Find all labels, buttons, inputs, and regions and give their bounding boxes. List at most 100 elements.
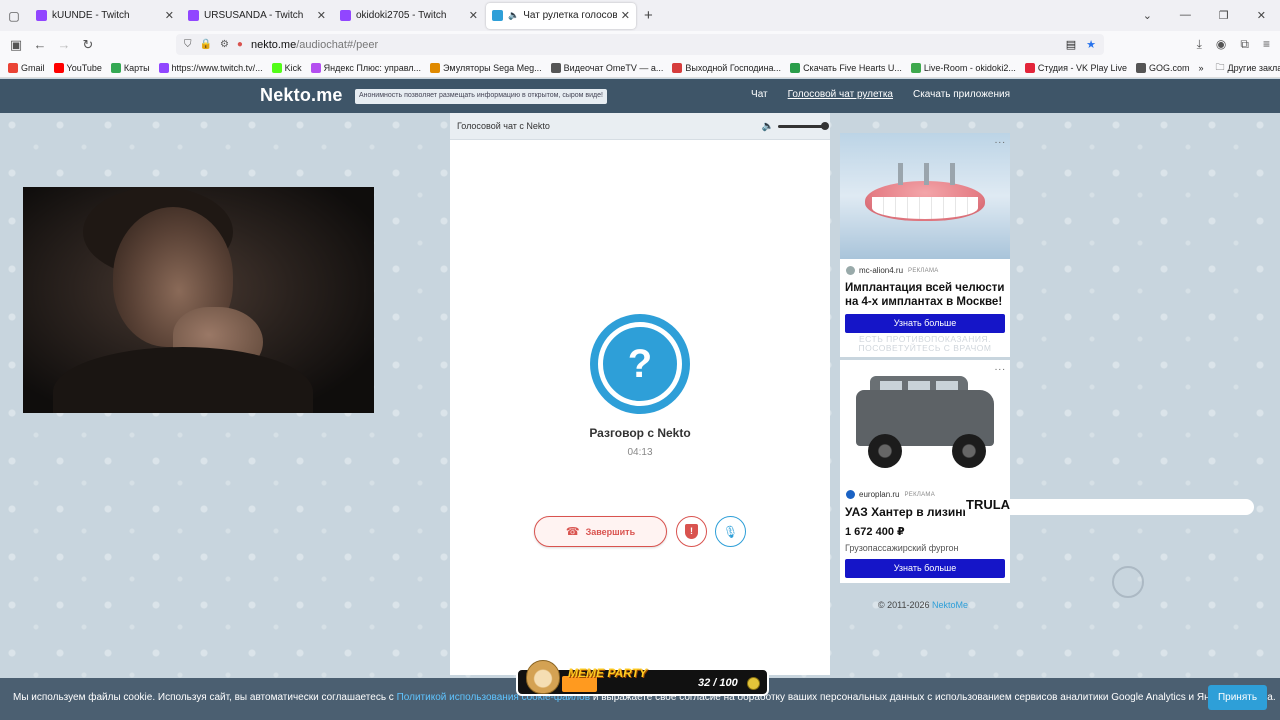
- bookmark-label: GOG.com: [1148, 62, 1190, 73]
- forward-icon[interactable]: →: [52, 37, 76, 52]
- sidebar-icon[interactable]: ▣: [4, 37, 28, 53]
- cookie-text-before: Мы используем файлы cookie. Используя са…: [13, 692, 397, 703]
- mic-icon[interactable]: ●: [237, 39, 243, 50]
- permissions-icon[interactable]: ⚙: [220, 39, 229, 50]
- bookmark-ometv[interactable]: Видеочат OmeTV — а...: [550, 62, 663, 73]
- kick-icon: [271, 62, 282, 73]
- shield-icon[interactable]: ⛉: [184, 39, 192, 50]
- close-icon[interactable]: ✕: [317, 9, 326, 22]
- twitch-icon: [36, 10, 47, 21]
- tab-1[interactable]: kUUNDE - Twitch ✕: [30, 3, 180, 29]
- bookmark-kick[interactable]: Kick: [271, 62, 302, 73]
- ad-source: mc-alion4.ru РЕКЛАМА: [846, 266, 939, 275]
- volume-control[interactable]: 🔈: [762, 121, 829, 132]
- bookmark-twitch[interactable]: https://www.twitch.tv/...: [158, 62, 263, 73]
- chat-header: Голосовой чат с Nekto 🔈: [450, 113, 830, 140]
- tab-list-icon[interactable]: ▢: [0, 0, 28, 31]
- close-icon[interactable]: ✕: [621, 9, 630, 22]
- nav-voice-chat[interactable]: Голосовой чат рулетка: [788, 89, 893, 100]
- webcam-figure-body: [53, 347, 313, 413]
- car-wheel-shape: [868, 434, 902, 468]
- bookmark-sega[interactable]: Эмуляторы Sega Meg...: [430, 62, 542, 73]
- partner-name: Разговор с Nekto: [589, 426, 691, 440]
- bookmark-label: Gmail: [21, 62, 45, 73]
- hang-up-icon: ☎: [565, 526, 580, 538]
- other-bookmarks[interactable]: 🗀Другие закладки: [1216, 60, 1280, 76]
- back-icon[interactable]: ←: [28, 37, 52, 52]
- implant-shape: [898, 163, 903, 185]
- bookmark-gog[interactable]: GOG.com: [1135, 62, 1190, 73]
- end-call-button[interactable]: ☎ Завершить: [534, 516, 667, 547]
- bookmark-vk-play[interactable]: Студия - VK Play Live: [1024, 62, 1127, 73]
- chat-title: Голосовой чат с Nekto: [457, 121, 550, 131]
- ad-uaz[interactable]: ... europlan.ru РЕКЛАМА УАЗ Хантер в лизи…: [840, 360, 1010, 583]
- close-icon[interactable]: ✕: [165, 9, 174, 22]
- shield-icon: !: [685, 524, 698, 539]
- bookmark-star-icon[interactable]: ★: [1086, 38, 1096, 51]
- ad-menu-icon[interactable]: ...: [995, 362, 1006, 373]
- volume-knob[interactable]: [821, 122, 829, 130]
- download-icon[interactable]: ⤓: [1197, 37, 1202, 52]
- ad-menu-icon[interactable]: ...: [995, 135, 1006, 146]
- ad-source-label: mc-alion4.ru: [859, 266, 904, 275]
- cookie-accept-button[interactable]: Принять: [1208, 685, 1267, 710]
- menu-icon[interactable]: ≡: [1263, 37, 1270, 52]
- ad-image-teeth: [840, 133, 1010, 259]
- lock-icon[interactable]: 🔒: [200, 39, 212, 50]
- close-window-icon[interactable]: ✕: [1257, 9, 1266, 22]
- twitch-icon: [158, 62, 169, 73]
- ad-tag: РЕКЛАМА: [904, 491, 936, 498]
- address-bar[interactable]: ⛉ 🔒 ⚙ ● nekto.me/audiochat#/peer ▤ ★: [176, 34, 1104, 55]
- bookmark-youtube[interactable]: YouTube: [53, 62, 102, 73]
- chevron-down-icon[interactable]: ⌄: [1143, 9, 1152, 22]
- ad-cta-button[interactable]: Узнать больше: [845, 314, 1005, 333]
- volume-icon[interactable]: 🔈: [762, 121, 774, 132]
- close-icon[interactable]: ✕: [469, 9, 478, 22]
- nav-download-apps[interactable]: Скачать приложения: [913, 89, 1010, 100]
- site-header: Nekto.me Анонимность позволяет размещать…: [0, 79, 1280, 113]
- chevron-double-right-icon[interactable]: »: [1199, 63, 1204, 73]
- bookmark-label: Kick: [284, 62, 302, 73]
- bookmark-five-hearts[interactable]: Скачать Five Hearts U...: [790, 62, 902, 73]
- nav-chat[interactable]: Чат: [751, 89, 768, 100]
- live-room-icon: [910, 62, 921, 73]
- site-nav: Чат Голосовой чат рулетка Скачать прилож…: [751, 89, 1010, 100]
- bookmark-maps[interactable]: Карты: [110, 62, 150, 73]
- ad-source: europlan.ru РЕКЛАМА: [846, 490, 935, 499]
- tab-4[interactable]: 🔈 Чат рулетка голосовая - ✕: [486, 2, 636, 29]
- volume-slider[interactable]: [778, 122, 829, 130]
- plus-icon[interactable]: +: [644, 7, 653, 24]
- bookmark-yandex-plus[interactable]: Яндекс Плюс: управл...: [310, 62, 421, 73]
- reader-icon[interactable]: ▤: [1066, 38, 1076, 51]
- bookmark-label: YouTube: [66, 62, 102, 73]
- ad-implants[interactable]: ... mc-alion4.ru РЕКЛАМА Имплантация всей…: [840, 133, 1010, 357]
- restore-icon[interactable]: ❐: [1219, 9, 1229, 22]
- meme-party-count: 32 / 100: [698, 677, 738, 689]
- tab-3[interactable]: okidoki2705 - Twitch ✕: [334, 3, 484, 29]
- site-notice: Анонимность позволяет размещать информац…: [355, 89, 607, 104]
- extensions-icon[interactable]: ⧉: [1240, 37, 1249, 52]
- document-icon: [550, 62, 561, 73]
- ad-cta-button[interactable]: Узнать больше: [845, 559, 1005, 578]
- tab-title: kUUNDE - Twitch: [52, 10, 130, 21]
- site-logo[interactable]: Nekto.me: [260, 85, 343, 106]
- account-icon[interactable]: ◉: [1216, 37, 1226, 52]
- ad-source-icon: [846, 266, 855, 275]
- bookmarks-right: » 🗀Другие закладки: [1199, 60, 1280, 76]
- copyright-link[interactable]: NektoMe: [932, 600, 968, 610]
- speaker-icon[interactable]: 🔈: [508, 10, 519, 21]
- block-button[interactable]: !: [676, 516, 707, 547]
- url-path: /audiochat#/peer: [296, 38, 379, 51]
- mic-button[interactable]: 🎙: [715, 516, 746, 547]
- ad-headline[interactable]: Имплантация всей челюсти на 4-х импланта…: [845, 281, 1005, 309]
- minimize-icon[interactable]: —: [1180, 9, 1191, 22]
- sega-icon: [430, 62, 441, 73]
- bookmark-vykhodnoy[interactable]: Выходной Господина...: [672, 62, 781, 73]
- maps-icon: [110, 62, 121, 73]
- tab-2[interactable]: URSUSANDA - Twitch ✕: [182, 3, 332, 29]
- other-bookmarks-label: Другие закладки: [1227, 62, 1280, 73]
- bookmark-live-room[interactable]: Live-Room - okidoki2...: [910, 62, 1016, 73]
- youtube-icon: [53, 62, 64, 73]
- bookmark-gmail[interactable]: Gmail: [8, 62, 45, 73]
- reload-icon[interactable]: ↻: [76, 37, 100, 53]
